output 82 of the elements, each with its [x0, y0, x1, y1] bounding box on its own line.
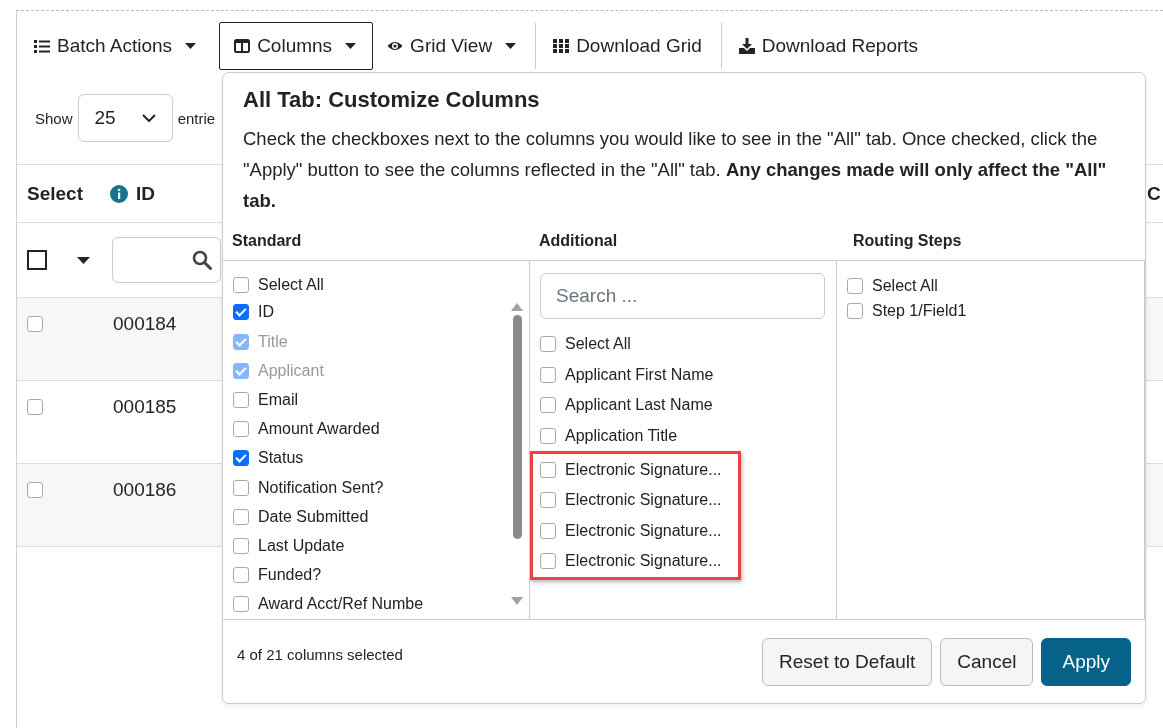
checkbox-label[interactable]: Status: [258, 449, 304, 468]
download-icon: [738, 38, 755, 54]
checkbox-label[interactable]: Select All: [872, 276, 938, 295]
filter-field[interactable]: [112, 237, 221, 283]
checkbox[interactable]: [233, 304, 249, 321]
checkbox-label[interactable]: Electronic Signature...: [565, 460, 722, 479]
checkbox[interactable]: [27, 250, 47, 270]
checkbox-label[interactable]: Notification Sent?: [258, 478, 384, 497]
scroll-down-icon: [511, 597, 523, 605]
checkbox[interactable]: [540, 397, 556, 414]
column-header: ID: [136, 182, 155, 205]
footer-button[interactable]: Cancel: [940, 637, 1034, 686]
column-header: C: [1147, 182, 1161, 205]
table-cell-text: 000186: [113, 478, 177, 501]
checkbox[interactable]: [233, 508, 249, 525]
info-icon: [110, 184, 128, 203]
checkbox-label[interactable]: Last Update: [258, 537, 345, 556]
chevron-icon: [141, 114, 156, 122]
checkbox-label[interactable]: Funded?: [258, 566, 322, 585]
checkbox-label[interactable]: Application Title: [565, 427, 678, 446]
checkbox-label[interactable]: Electronic Signature...: [565, 552, 722, 571]
footer-button[interactable]: Reset to Default: [762, 637, 933, 686]
show-label: Show: [35, 109, 73, 127]
checkbox-label[interactable]: Award Acct/Ref Numbe: [258, 595, 424, 614]
checkbox[interactable]: [27, 399, 43, 415]
toolbar-button[interactable]: Download Grid: [548, 22, 719, 70]
checkbox[interactable]: [233, 538, 249, 555]
toolbar-button[interactable]: Batch Actions: [29, 22, 214, 70]
table-cell-text: 000184: [113, 312, 177, 335]
checkbox[interactable]: [540, 428, 556, 445]
checkbox[interactable]: [540, 461, 556, 478]
checkbox-label[interactable]: Step 1/Field1: [872, 301, 967, 320]
apply-button[interactable]: Apply: [1041, 637, 1131, 686]
checkbox[interactable]: [540, 336, 556, 353]
checkbox-label: Title: [258, 332, 288, 351]
checkbox-label[interactable]: Applicant First Name: [565, 365, 714, 384]
entries-select[interactable]: 25: [77, 94, 173, 142]
checkbox[interactable]: [27, 482, 43, 498]
search-field[interactable]: Search ...: [540, 273, 825, 319]
toolbar-button[interactable]: Columns: [219, 22, 374, 70]
toolbar-button[interactable]: Download Reports: [733, 22, 936, 70]
checkbox[interactable]: [233, 479, 249, 496]
checkbox[interactable]: [540, 553, 556, 570]
search-icon: [192, 250, 212, 270]
checkbox-label[interactable]: Email: [258, 391, 298, 409]
scroll-thumb[interactable]: [512, 315, 522, 539]
checkbox-label[interactable]: ID: [258, 303, 274, 322]
toolbar-button[interactable]: Grid View: [382, 22, 534, 70]
checkbox[interactable]: [233, 450, 249, 467]
columns-icon: [234, 38, 251, 54]
selection-summary: 4 of 21 columns selected: [237, 645, 403, 663]
checkbox[interactable]: [847, 277, 863, 294]
checkbox-label[interactable]: Select All: [258, 276, 324, 295]
checkbox-label[interactable]: Date Submitted: [258, 507, 369, 526]
checkbox[interactable]: [233, 567, 249, 584]
group-heading: Additional: [539, 232, 618, 249]
popover-description: Check the checkboxes next to the columns you would like to see in the "All" tab. Once checked, click the "Apply" button to see the columns reflected in the "All" tab. Any changes made will only affect the "All" tab.: [243, 127, 1108, 213]
checkbox[interactable]: [27, 316, 43, 332]
checkbox-label[interactable]: Amount Awarded: [258, 420, 380, 439]
checkbox[interactable]: [847, 302, 863, 319]
popover-title: All Tab: Customize Columns: [243, 87, 541, 113]
list-icon: [34, 38, 50, 54]
checkbox-label[interactable]: Electronic Signature...: [565, 491, 722, 510]
group-heading: Routing Steps: [853, 232, 962, 249]
checkbox[interactable]: [540, 492, 556, 509]
checkbox[interactable]: [233, 277, 249, 294]
grid-icon: [553, 38, 570, 54]
checkbox[interactable]: [540, 366, 556, 383]
table-cell-text: 000185: [113, 395, 177, 418]
group-heading: Standard: [232, 232, 302, 249]
column-header: Select: [27, 182, 83, 205]
checkbox[interactable]: [233, 421, 249, 438]
checkbox-label[interactable]: Electronic Signature...: [565, 521, 722, 540]
checkbox[interactable]: [233, 596, 249, 613]
caret-icon: [77, 256, 90, 264]
entries-label: entrie: [177, 109, 216, 127]
scroll-up-icon: [511, 303, 523, 311]
checkbox-label[interactable]: Applicant Last Name: [565, 396, 713, 415]
checkbox[interactable]: [233, 392, 249, 408]
checkbox[interactable]: [540, 522, 556, 539]
checkbox-label: Applicant: [258, 361, 324, 380]
checkbox-label[interactable]: Select All: [565, 335, 631, 354]
